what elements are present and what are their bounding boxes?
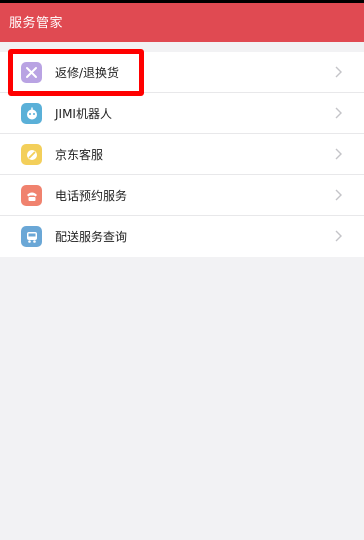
menu-item-delivery-query[interactable]: 配送服务查询: [0, 216, 364, 257]
robot-icon: [21, 103, 42, 124]
menu-item-jimi-robot[interactable]: JIMI机器人: [0, 93, 364, 134]
menu-item-label: 京东客服: [55, 148, 104, 162]
menu-item-customer-service[interactable]: 京东客服: [0, 134, 364, 175]
menu-item-label: JIMI机器人: [55, 107, 112, 121]
repair-tools-icon: [21, 62, 42, 83]
chevron-right-icon: [335, 189, 342, 201]
app-header: 服务管家: [0, 0, 364, 42]
service-menu-list: 返修/退换货 JIMI机器人 京东客服 电话预约服务 配送服务查询: [0, 52, 364, 257]
chevron-right-icon: [335, 107, 342, 119]
page-title: 服务管家: [9, 16, 64, 31]
menu-item-label: 配送服务查询: [55, 230, 128, 244]
menu-item-phone-appointment[interactable]: 电话预约服务: [0, 175, 364, 216]
menu-item-repair-return[interactable]: 返修/退换货: [0, 52, 364, 93]
chevron-right-icon: [335, 148, 342, 160]
delivery-truck-icon: [21, 226, 42, 247]
menu-item-label: 返修/退换货: [55, 66, 120, 80]
chevron-right-icon: [335, 230, 342, 242]
chevron-right-icon: [335, 66, 342, 78]
menu-item-label: 电话预约服务: [55, 189, 128, 203]
phone-icon: [21, 185, 42, 206]
customer-service-icon: [21, 144, 42, 165]
